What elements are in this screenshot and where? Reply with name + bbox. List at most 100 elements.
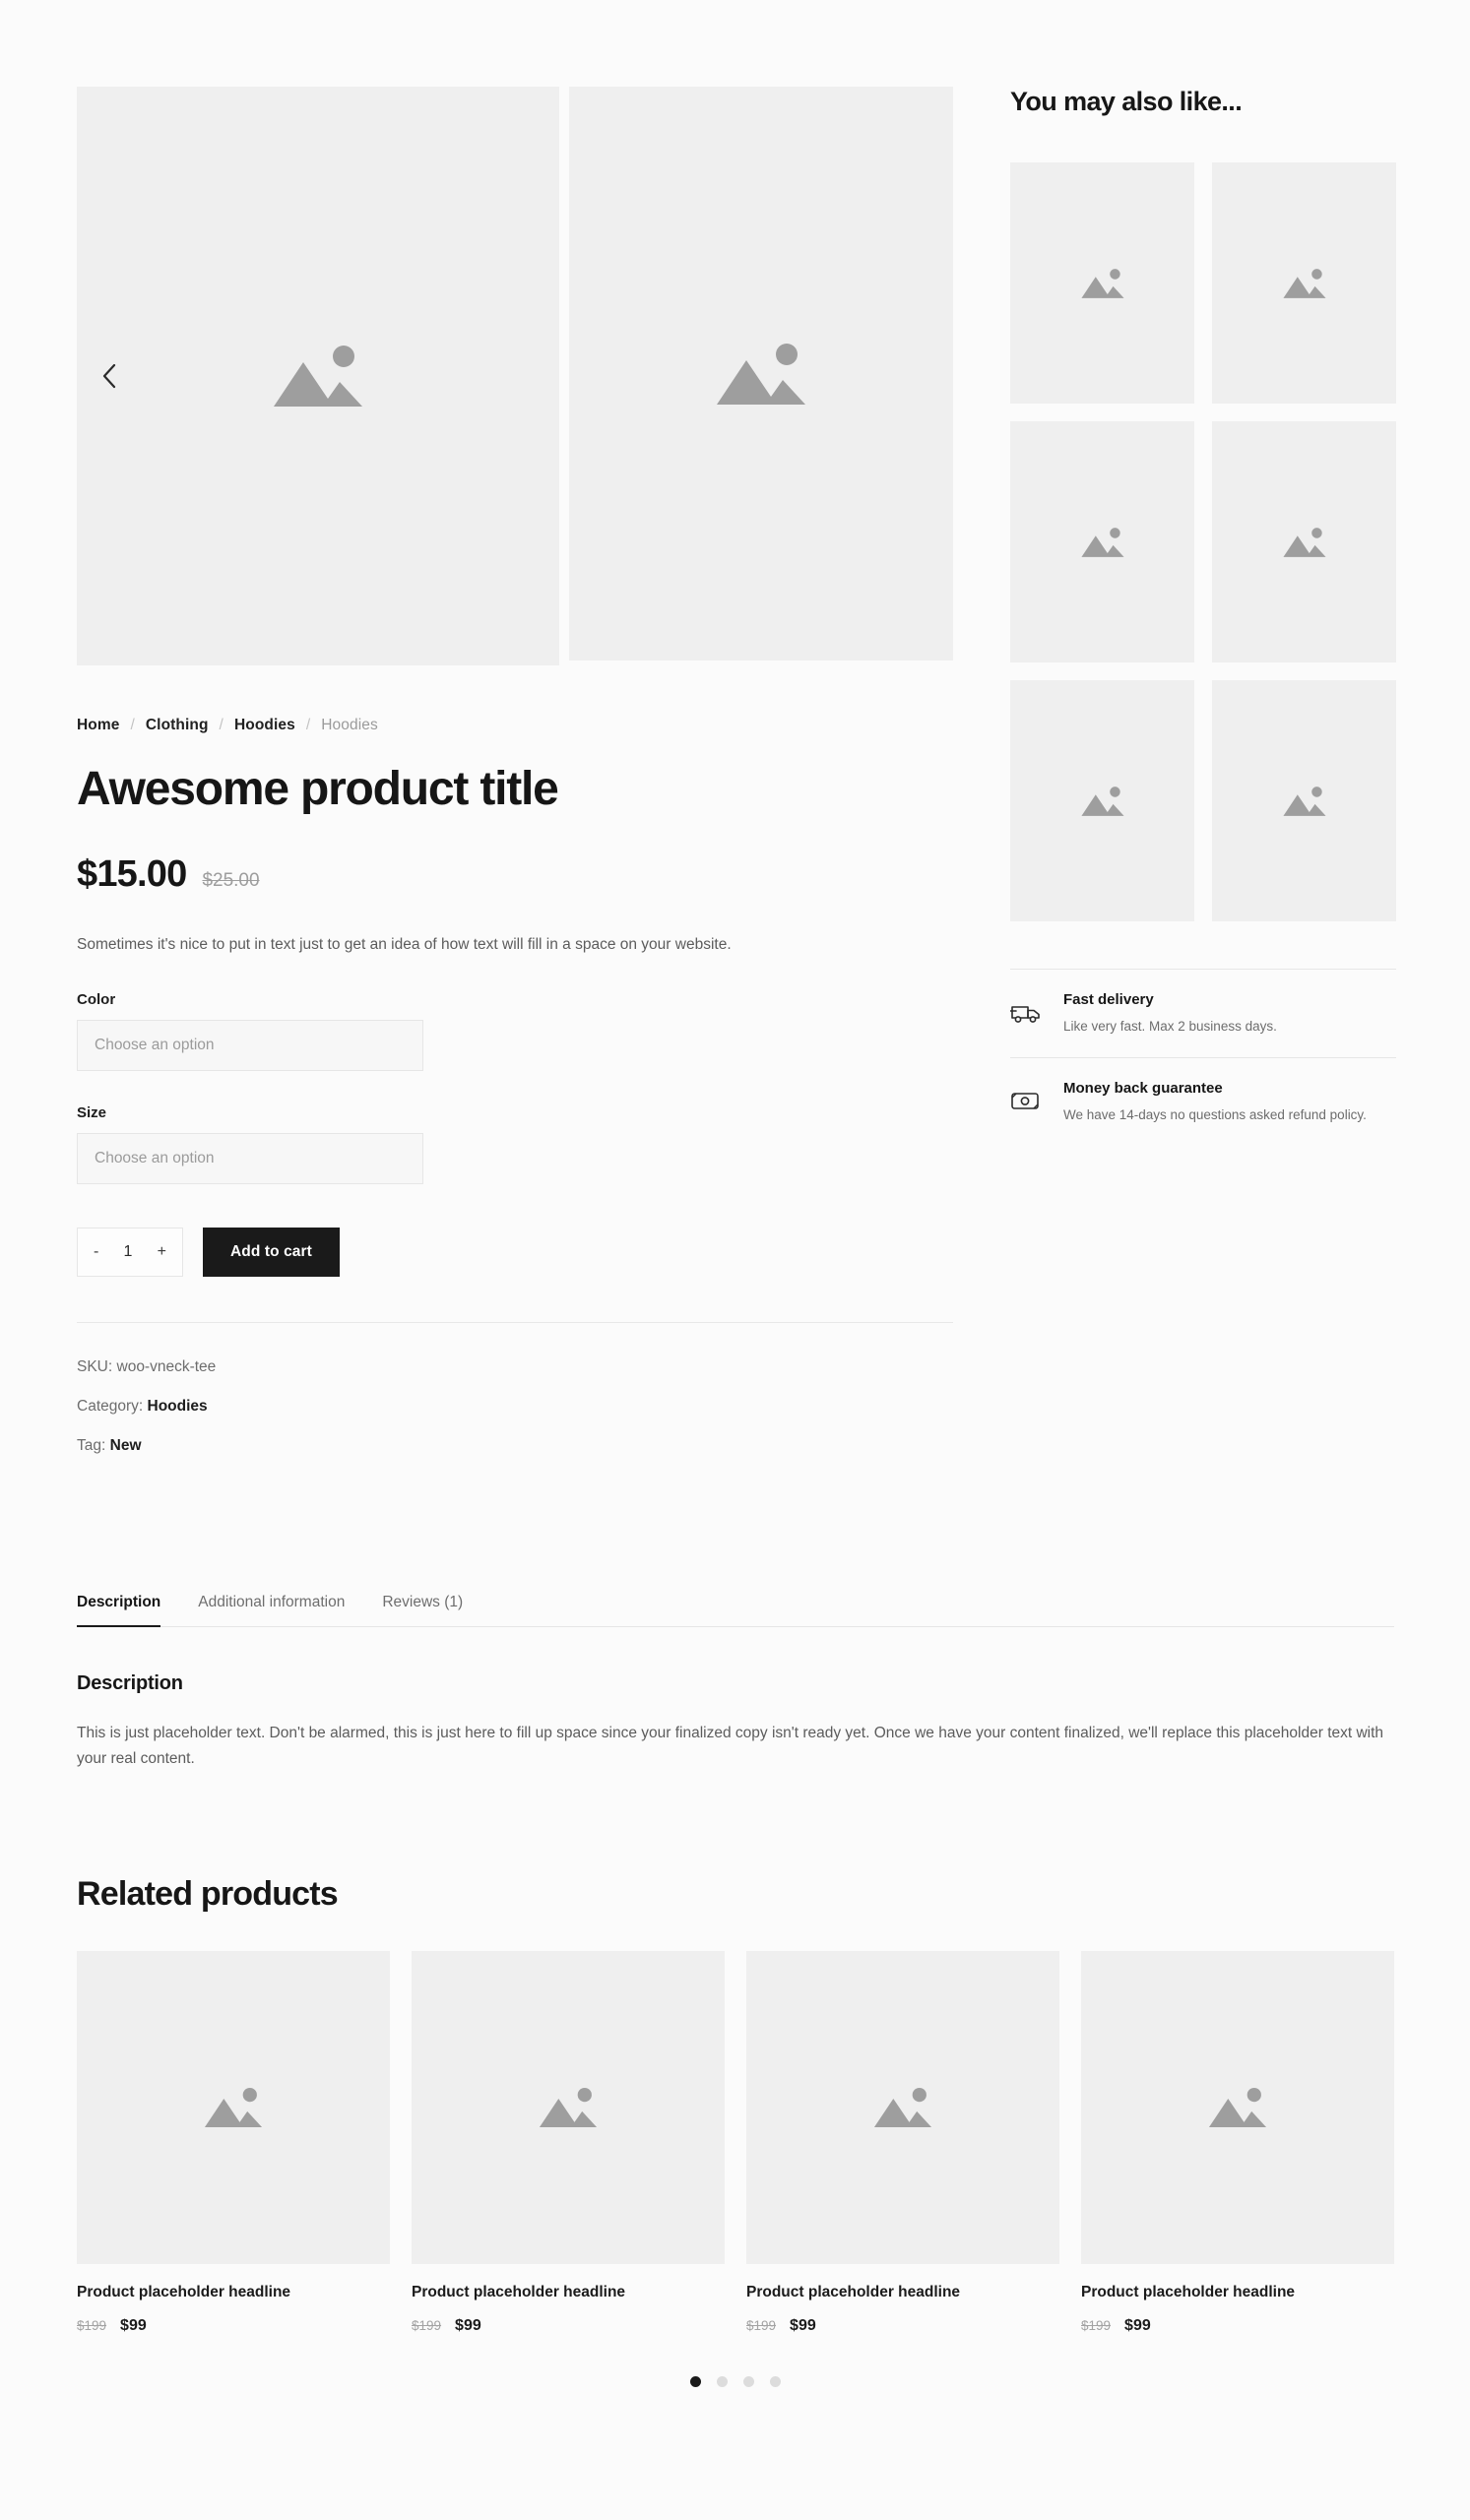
sidebar-thumbnail[interactable] <box>1010 680 1194 921</box>
sidebar-thumbnail[interactable] <box>1010 162 1194 404</box>
product-page: Home / Clothing / Hoodies / Hoodies Awes… <box>0 0 1470 2520</box>
meta-sku-value: woo-vneck-tee <box>116 1357 217 1375</box>
related-product-name: Product placeholder headline <box>412 2283 626 2300</box>
meta-sku: SKU: woo-vneck-tee <box>77 1358 953 1376</box>
quantity-increment-button[interactable]: + <box>158 1243 166 1261</box>
breadcrumb-separator: / <box>130 717 135 733</box>
tab-list: Description Additional information Revie… <box>77 1593 1394 1627</box>
related-products-heading: Related products <box>77 1874 339 1913</box>
product-short-description: Sometimes it's nice to put in text just … <box>77 935 732 953</box>
sidebar-thumbnail[interactable] <box>1212 162 1396 404</box>
sidebar-thumbnail[interactable] <box>1212 421 1396 662</box>
gallery-image-secondary[interactable] <box>569 87 953 661</box>
carousel-dot-4[interactable] <box>770 2375 781 2387</box>
option-field-size: Size Choose an option <box>77 1104 953 1184</box>
quantity-decrement-button[interactable]: - <box>94 1243 98 1261</box>
related-product-price: $199 $99 <box>77 2317 390 2335</box>
tab-additional-information[interactable]: Additional information <box>198 1594 345 1627</box>
related-products-grid: Product placeholder headline $199 $99 Pr… <box>77 1950 1394 2335</box>
quantity-stepper[interactable]: - 1 + <box>77 1227 183 1277</box>
related-product-card[interactable]: Product placeholder headline $199 $99 <box>77 1950 390 2335</box>
related-product-price: $199 $99 <box>746 2317 1059 2335</box>
gallery-image-main[interactable] <box>77 87 559 665</box>
sidebar-heading: You may also like... <box>1010 87 1243 116</box>
related-product-image[interactable] <box>746 1950 1059 2264</box>
related-product-price: $199 $99 <box>412 2317 725 2335</box>
page-title: Awesome product title <box>77 763 559 815</box>
breadcrumb-item-hoodies[interactable]: Hoodies <box>234 717 295 734</box>
related-price-original: $199 <box>412 2317 442 2333</box>
add-to-cart-button[interactable]: Add to cart <box>203 1227 340 1277</box>
quantity-value[interactable]: 1 <box>124 1243 133 1261</box>
feature-fast-delivery: Fast delivery Like very fast. Max 2 busi… <box>1009 970 1396 1058</box>
option-field-color: Color Choose an option <box>77 991 953 1071</box>
carousel-dots <box>77 2375 1394 2387</box>
size-select-value: Choose an option <box>95 1149 215 1166</box>
sidebar-thumbnail-grid <box>1010 162 1396 921</box>
feature-title: Fast delivery <box>1063 991 1154 1008</box>
feature-subtitle: We have 14-days no questions asked refun… <box>1063 1107 1367 1122</box>
sidebar-thumbnail[interactable] <box>1010 421 1194 662</box>
meta-category-value[interactable]: Hoodies <box>148 1398 208 1415</box>
related-product-name: Product placeholder headline <box>1081 2283 1296 2300</box>
feature-text: Money back guarantee We have 14-days no … <box>1063 1080 1367 1122</box>
feature-text: Fast delivery Like very fast. Max 2 busi… <box>1063 991 1277 1034</box>
product-gallery <box>77 87 953 665</box>
meta-tag-label: Tag: <box>77 1436 106 1454</box>
breadcrumb-item-home[interactable]: Home <box>77 717 119 734</box>
related-price-original: $199 <box>746 2317 777 2333</box>
price-current: $15.00 <box>77 852 187 895</box>
related-product-card[interactable]: Product placeholder headline $199 $99 <box>412 1950 725 2335</box>
price-original: $25.00 <box>202 869 260 891</box>
page-container: Home / Clothing / Hoodies / Hoodies Awes… <box>77 87 1396 2387</box>
meta-category-label: Category: <box>77 1397 144 1415</box>
breadcrumb-item-clothing[interactable]: Clothing <box>146 717 209 734</box>
meta-category: Category: Hoodies <box>77 1398 953 1416</box>
product-tabs-section: Description Additional information Revie… <box>77 1593 1394 1773</box>
related-product-image[interactable] <box>412 1950 725 2264</box>
size-select[interactable]: Choose an option <box>77 1132 423 1184</box>
tab-reviews[interactable]: Reviews (1) <box>382 1594 463 1627</box>
feature-subtitle: Like very fast. Max 2 business days. <box>1063 1019 1277 1034</box>
breadcrumb-separator: / <box>219 717 224 733</box>
meta-sku-label: SKU: <box>77 1357 113 1375</box>
related-product-name: Product placeholder headline <box>77 2283 291 2300</box>
color-select-value: Choose an option <box>95 1036 215 1053</box>
product-meta: SKU: woo-vneck-tee Category: Hoodies Tag… <box>77 1358 953 1455</box>
related-product-image[interactable] <box>77 1950 390 2264</box>
truck-icon <box>1009 991 1044 1030</box>
related-price-current: $99 <box>120 2316 147 2334</box>
price-block: $15.00 $25.00 <box>77 853 953 896</box>
related-price-current: $99 <box>790 2316 816 2334</box>
carousel-dot-1[interactable] <box>690 2375 701 2387</box>
product-main-column: Home / Clothing / Hoodies / Hoodies Awes… <box>77 87 953 1477</box>
sidebar-thumbnail[interactable] <box>1212 680 1396 921</box>
purchase-row: - 1 + Add to cart <box>77 1227 953 1277</box>
related-product-card[interactable]: Product placeholder headline $199 $99 <box>746 1950 1059 2335</box>
meta-tag: Tag: New <box>77 1437 953 1455</box>
breadcrumb-separator: / <box>305 717 311 733</box>
related-price-current: $99 <box>455 2316 481 2334</box>
breadcrumb: Home / Clothing / Hoodies / Hoodies <box>77 717 953 734</box>
description-body: This is just placeholder text. Don't be … <box>77 1724 1384 1768</box>
option-label-size: Size <box>77 1103 107 1121</box>
sidebar: You may also like... Fast delivery Like … <box>1009 87 1396 1146</box>
carousel-dot-3[interactable] <box>743 2375 754 2387</box>
related-price-original: $199 <box>1081 2317 1112 2333</box>
related-product-image[interactable] <box>1081 1950 1394 2264</box>
related-product-price: $199 $99 <box>1081 2317 1394 2335</box>
related-product-card[interactable]: Product placeholder headline $199 $99 <box>1081 1950 1394 2335</box>
option-label-color: Color <box>77 990 116 1008</box>
carousel-dot-2[interactable] <box>717 2375 728 2387</box>
color-select[interactable]: Choose an option <box>77 1019 423 1071</box>
related-product-name: Product placeholder headline <box>746 2283 961 2300</box>
gallery-prev-arrow-icon[interactable] <box>93 359 126 393</box>
main-columns: Home / Clothing / Hoodies / Hoodies Awes… <box>77 87 1396 1477</box>
divider <box>77 1321 953 1323</box>
tab-description[interactable]: Description <box>77 1594 161 1627</box>
breadcrumb-item-current: Hoodies <box>321 717 378 733</box>
feature-title: Money back guarantee <box>1063 1080 1223 1097</box>
feature-money-back: Money back guarantee We have 14-days no … <box>1010 1058 1396 1146</box>
related-price-original: $199 <box>77 2317 107 2333</box>
meta-tag-value[interactable]: New <box>110 1437 142 1454</box>
